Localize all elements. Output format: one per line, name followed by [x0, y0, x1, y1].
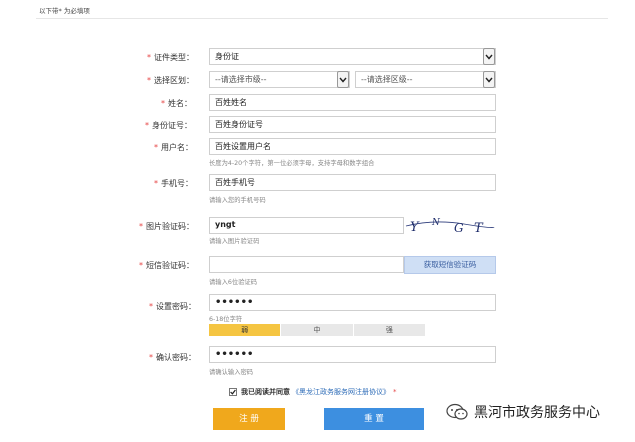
required-mark: * [149, 353, 153, 362]
reset-button[interactable]: 重 置 [324, 408, 424, 430]
password-value: •••••• [215, 297, 254, 308]
chevron-down-icon [483, 71, 495, 88]
sms-label: * 短信验证码： [139, 261, 194, 270]
username-input[interactable]: 百姓设置用户名 [209, 138, 496, 155]
confirm-password-label: * 确认密码： [149, 353, 196, 362]
id-type-select[interactable]: 身份证 [209, 48, 496, 65]
password-hint: 6-18位字符 [209, 316, 243, 323]
agreement-text: 我已阅读并同意 [241, 388, 290, 396]
required-mark: * [139, 261, 143, 270]
username-hint: 长度为4-20个字符，第一位必须字母，支持字母和数字组合 [209, 160, 375, 167]
district-select[interactable]: --请选择区级-- [355, 71, 496, 88]
city-select[interactable]: --请选择市级-- [209, 71, 350, 88]
confirm-password-value: •••••• [215, 349, 254, 360]
region-label: * 选择区划： [147, 76, 194, 85]
required-mark: * [139, 222, 143, 231]
phone-label: * 手机号： [154, 179, 193, 188]
top-divider [36, 18, 608, 19]
register-button[interactable]: 注 册 [213, 408, 285, 430]
phone-hint: 请输入您的手机号码 [209, 197, 266, 204]
id-type-label: * 证件类型： [147, 53, 194, 62]
captcha-value: yngt [215, 220, 236, 229]
get-sms-code-button[interactable]: 获取短信验证码 [404, 256, 496, 274]
captcha-input[interactable]: yngt [209, 217, 404, 234]
chevron-down-icon [337, 71, 349, 88]
required-mark: * [393, 388, 397, 396]
captcha-label: * 图片验证码： [139, 222, 194, 231]
captcha-char: Y [410, 220, 420, 235]
phone-value: 百姓手机号 [215, 178, 255, 187]
checkmark-icon [230, 389, 236, 395]
confirm-password-hint: 请确认输入密码 [209, 369, 254, 376]
captcha-char: N [431, 218, 441, 228]
city-select-value: --请选择市级-- [215, 75, 267, 84]
strength-medium: 中 [281, 324, 354, 336]
required-mark: * [161, 99, 165, 108]
agreement-row: 我已阅读并同意 《黑龙江政务服务网注册协议》 * [229, 387, 397, 397]
required-mark: * [154, 143, 158, 152]
required-note: 以下带* 为必填项 [39, 7, 90, 15]
district-select-value: --请选择区级-- [361, 75, 413, 84]
id-number-label: * 身份证号： [145, 121, 192, 130]
password-input[interactable]: •••••• [209, 294, 496, 311]
captcha-char: G [454, 221, 464, 235]
confirm-password-input[interactable]: •••••• [209, 346, 496, 363]
sms-hint: 请输入6位验证码 [209, 279, 258, 286]
name-input[interactable]: 百姓姓名 [209, 94, 496, 111]
agreement-link[interactable]: 《黑龙江政务服务网注册协议》 [292, 387, 390, 397]
strength-weak: 弱 [209, 324, 282, 336]
username-label: * 用户名： [154, 143, 193, 152]
watermark: 黑河市政务服务中心 [446, 402, 600, 422]
password-strength-meter: 弱 中 强 [209, 324, 426, 336]
name-value: 百姓姓名 [215, 98, 247, 107]
watermark-text: 黑河市政务服务中心 [474, 405, 600, 421]
required-mark: * [149, 302, 153, 311]
id-number-input[interactable]: 百姓身份证号 [209, 116, 496, 133]
captcha-image[interactable]: Y N G T [404, 215, 496, 236]
name-label: * 姓名： [161, 99, 192, 108]
captcha-hint: 请输入图片验证码 [209, 238, 260, 245]
chevron-down-icon [483, 48, 495, 65]
required-mark: * [147, 53, 151, 62]
id-type-value: 身份证 [215, 52, 239, 61]
required-mark: * [154, 179, 158, 188]
wechat-icon [446, 403, 468, 420]
required-mark: * [147, 76, 151, 85]
required-mark: * [145, 121, 149, 130]
username-value: 百姓设置用户名 [215, 142, 271, 151]
captcha-char: T [474, 221, 484, 236]
agreement-checkbox[interactable] [229, 388, 237, 396]
sms-code-input[interactable] [209, 256, 404, 273]
password-label: * 设置密码： [149, 302, 196, 311]
strength-strong: 强 [353, 324, 426, 336]
id-number-value: 百姓身份证号 [215, 120, 263, 129]
phone-input[interactable]: 百姓手机号 [209, 174, 496, 191]
